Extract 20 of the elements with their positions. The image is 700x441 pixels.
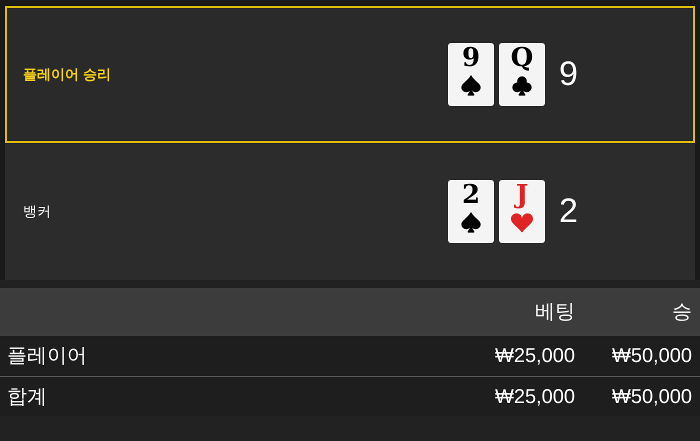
spade-icon bbox=[460, 212, 482, 234]
table-cell-text: ₩50,000 bbox=[610, 344, 693, 369]
table-cell-text: ₩50,000 bbox=[610, 384, 693, 410]
hand-label: 뱅커 bbox=[23, 202, 51, 221]
table-cell-text: ₩25,000 bbox=[494, 384, 575, 410]
card-rank: Q bbox=[510, 45, 534, 71]
hand-label: 플레이어 승리 bbox=[23, 65, 111, 84]
row-label: 합계 bbox=[6, 384, 48, 410]
card-rank: 2 bbox=[462, 182, 480, 208]
column-header: 승 bbox=[671, 300, 693, 325]
hand-score: 2 bbox=[559, 191, 579, 232]
card-rank: 9 bbox=[462, 45, 480, 71]
club-icon bbox=[511, 75, 533, 97]
heart-icon bbox=[511, 212, 533, 234]
table-cell-text: ₩25,000 bbox=[494, 344, 575, 369]
card-rank: J bbox=[516, 182, 528, 208]
hand-score: 9 bbox=[559, 54, 579, 95]
spade-icon bbox=[460, 75, 482, 97]
row-label: 플레이어 bbox=[6, 344, 88, 369]
column-header: 베팅 bbox=[534, 300, 575, 325]
